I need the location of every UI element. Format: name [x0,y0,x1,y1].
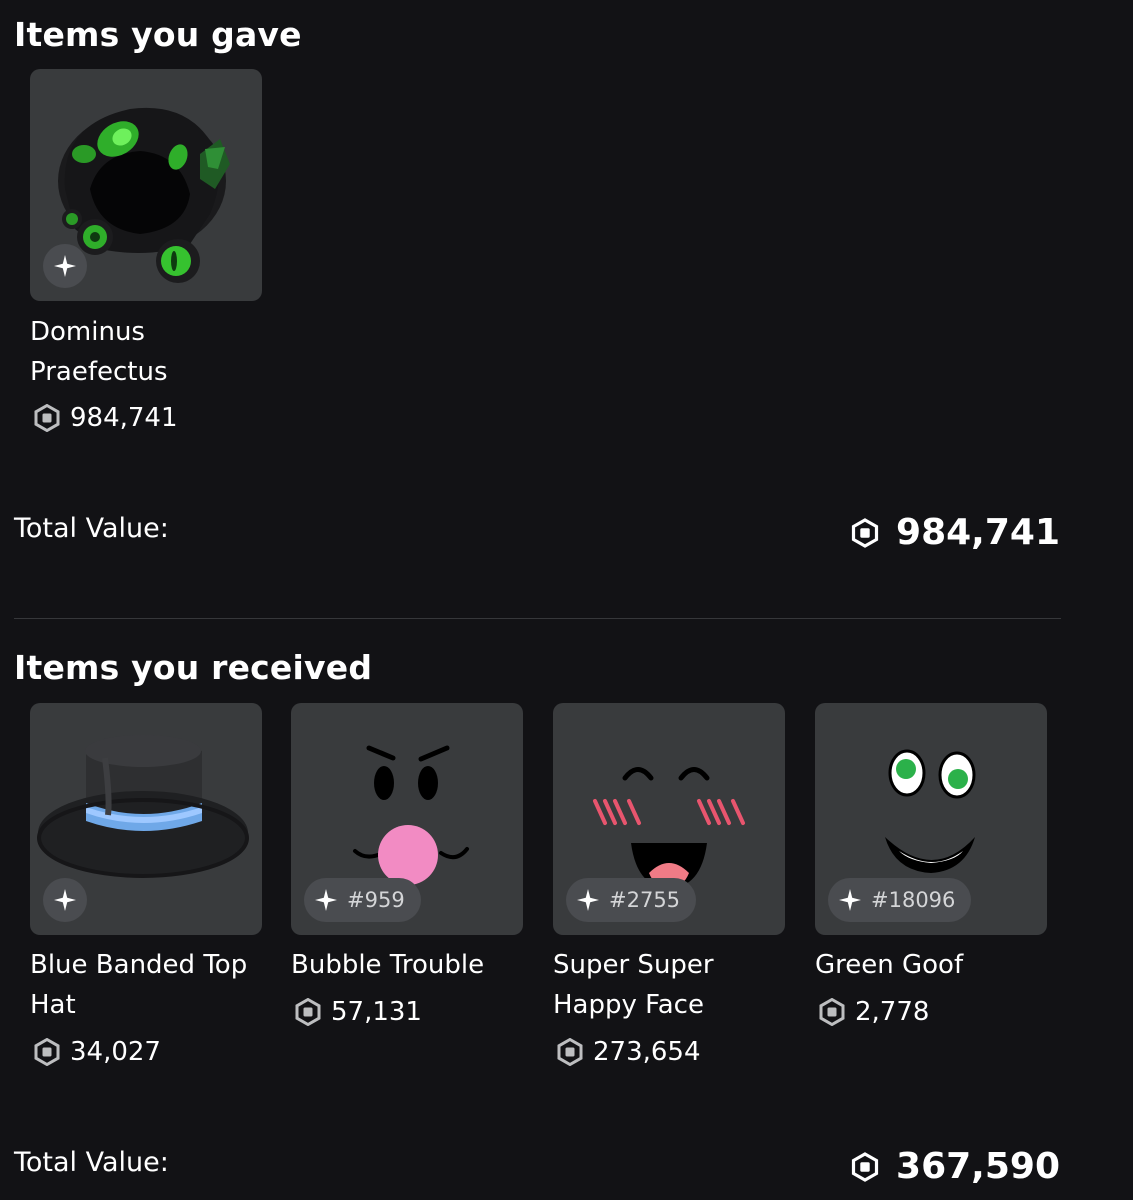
sparkle-icon [54,889,76,911]
section-divider [14,618,1061,619]
sparkle-icon [54,255,76,277]
limited-badge: #2755 [566,878,697,922]
robux-icon [819,998,845,1026]
item-price: 2,778 [815,997,929,1027]
received-total-amount: 367,590 [896,1146,1060,1187]
robux-icon [34,404,60,432]
limited-badge [43,244,87,288]
limited-badge: #18096 [828,878,972,922]
item-price: 34,027 [30,1037,161,1067]
gave-total-value: 984,741 [851,512,1060,553]
item-price-value: 34,027 [70,1037,161,1067]
robux-icon [851,517,879,548]
sparkle-icon [839,889,861,911]
gave-total-label: Total Value: [14,513,169,544]
item-price: 273,654 [553,1037,701,1067]
sparkle-icon [577,889,599,911]
item-card-super-super-happy-face[interactable]: #2755 [553,703,785,935]
items-gave-title: Items you gave [14,15,302,54]
item-card-green-goof[interactable]: #18096 [815,703,1047,935]
item-card-bubble-trouble[interactable]: #959 [291,703,523,935]
limited-badge [43,878,87,922]
limited-badge: #959 [304,878,421,922]
received-total-label: Total Value: [14,1147,169,1178]
item-name[interactable]: Blue Banded Top Hat [30,945,270,1025]
item-price-value: 273,654 [593,1037,701,1067]
item-price: 984,741 [30,403,178,433]
robux-icon [851,1151,879,1182]
item-name[interactable]: Bubble Trouble [291,945,531,985]
item-name[interactable]: Green Goof [815,945,1055,985]
gave-total-amount: 984,741 [896,512,1060,553]
item-price-value: 984,741 [70,403,178,433]
item-name[interactable]: Super Super Happy Face [553,945,793,1025]
received-total-value: 367,590 [851,1146,1060,1187]
item-card-dominus-praefectus[interactable] [30,69,262,301]
serial-number: #2755 [609,888,681,912]
robux-icon [295,998,321,1026]
serial-number: #18096 [871,888,956,912]
item-price-value: 57,131 [331,997,422,1027]
item-name[interactable]: Dominus Praefectus [30,312,270,392]
robux-icon [557,1038,583,1066]
item-card-blue-banded-top-hat[interactable] [30,703,262,935]
item-price: 57,131 [291,997,422,1027]
item-price-value: 2,778 [855,997,930,1027]
trade-summary: Items you gave Dominus Praefectus 984,74… [0,0,1133,1200]
serial-number: #959 [347,888,405,912]
sparkle-icon [315,889,337,911]
robux-icon [34,1038,60,1066]
items-received-title: Items you received [14,648,373,687]
